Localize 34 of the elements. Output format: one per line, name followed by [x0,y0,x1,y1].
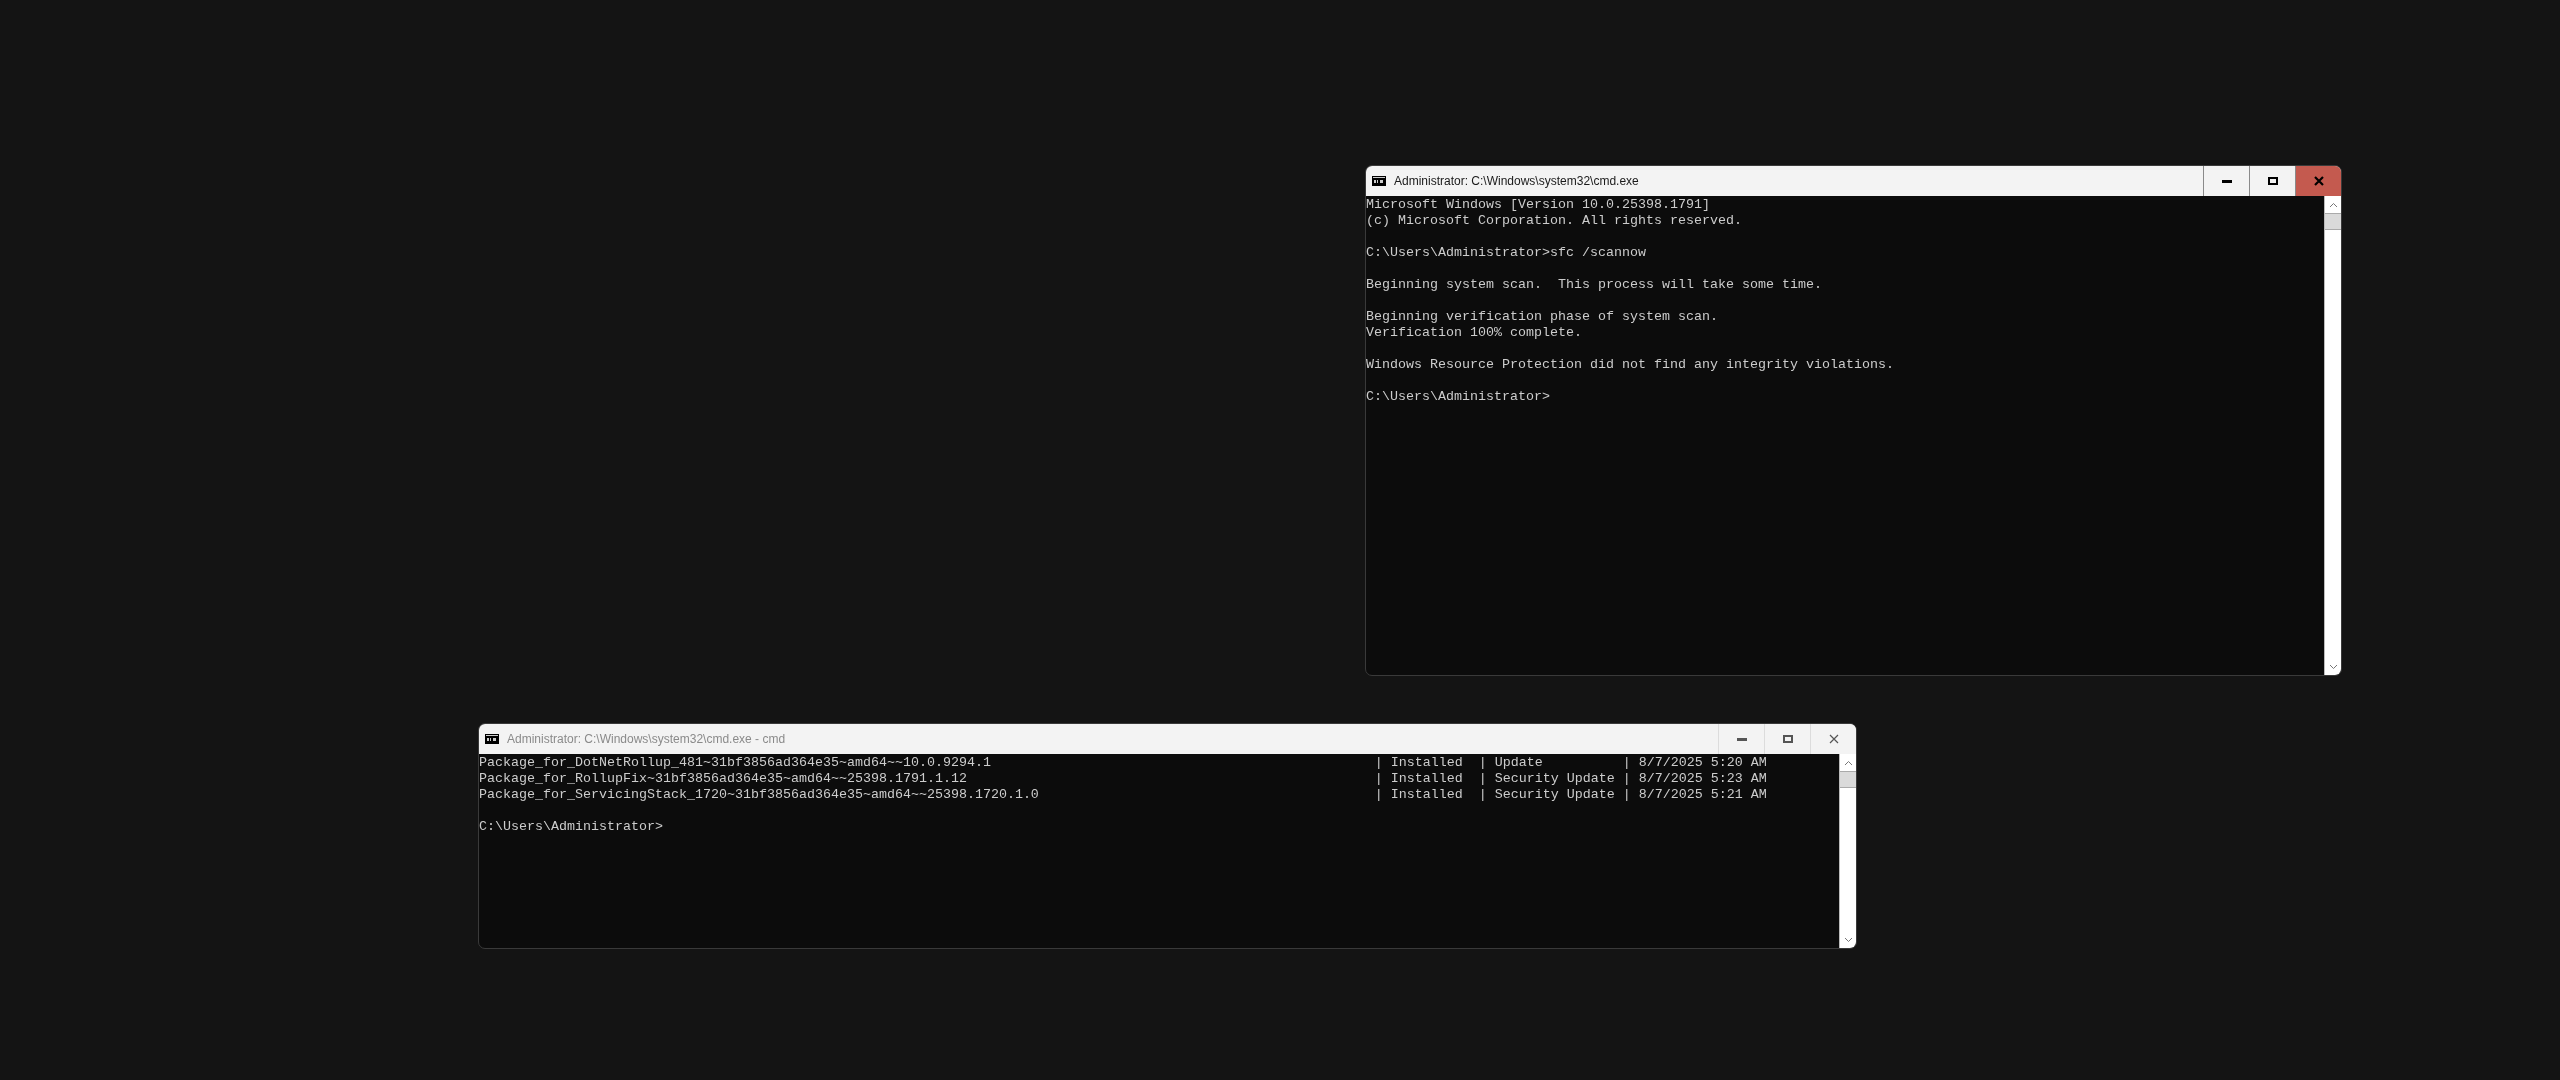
minimize-icon [1736,737,1747,741]
package-name: Package_for_DotNetRollup_481~31bf3856ad364e35~amd64~~10.0.9294.1 [479,755,992,771]
scroll-down-icon[interactable] [2328,663,2338,670]
scroll-up-icon[interactable] [1843,759,1853,766]
console-icon [1372,176,1386,186]
console-line: C:\Users\Administrator> [479,819,663,835]
package-name: Package_for_RollupFix~31bf3856ad364e35~amd64~~25398.1791.1.12 [479,771,968,787]
console-line: Windows Resource Protection did not find any integrity violations. [1366,357,1894,373]
close-icon [2313,176,2324,186]
maximize-icon [2267,177,2278,185]
maximize-icon [1782,735,1793,743]
console-line: Beginning system scan. This process will take some time. [1366,277,1822,293]
scrollbar[interactable] [1839,754,1856,948]
console-line: (c) Microsoft Corporation. All rights reserved. [1366,213,1742,229]
console-line: C:\Users\Administrator>sfc /scannow [1366,245,1646,261]
close-button[interactable] [2295,166,2341,196]
package-details: | Installed | Security Update | 8/7/2025 5:23 AM [1374,771,1767,787]
scrollbar[interactable] [2324,196,2341,675]
scroll-down-icon[interactable] [1843,936,1853,943]
minimize-icon [2221,179,2232,183]
window-title: Administrator: C:\Windows\system32\cmd.exe - cmd [507,732,787,746]
scroll-thumb[interactable] [1840,771,1856,788]
scroll-thumb[interactable] [2325,213,2341,230]
console-line: Verification 100% complete. [1366,325,1582,341]
package-name: Package_for_ServicingStack_1720~31bf3856ad364e35~amd64~~25398.1720.1.0 [479,787,1040,803]
console-line: Beginning verification phase of system scan. [1366,309,1718,325]
console-line: Microsoft Windows [Version 10.0.25398.1791] [1366,197,1710,213]
scroll-up-icon[interactable] [2328,201,2338,208]
console-line: C:\Users\Administrator> [1366,389,1550,405]
window-title: Administrator: C:\Windows\system32\cmd.exe [1394,174,1640,188]
close-icon [1828,734,1839,744]
package-details: | Installed | Security Update | 8/7/2025 5:21 AM [1374,787,1767,803]
package-details: | Installed | Update | 8/7/2025 5:20 AM [1374,755,1767,771]
console-icon [485,734,499,744]
